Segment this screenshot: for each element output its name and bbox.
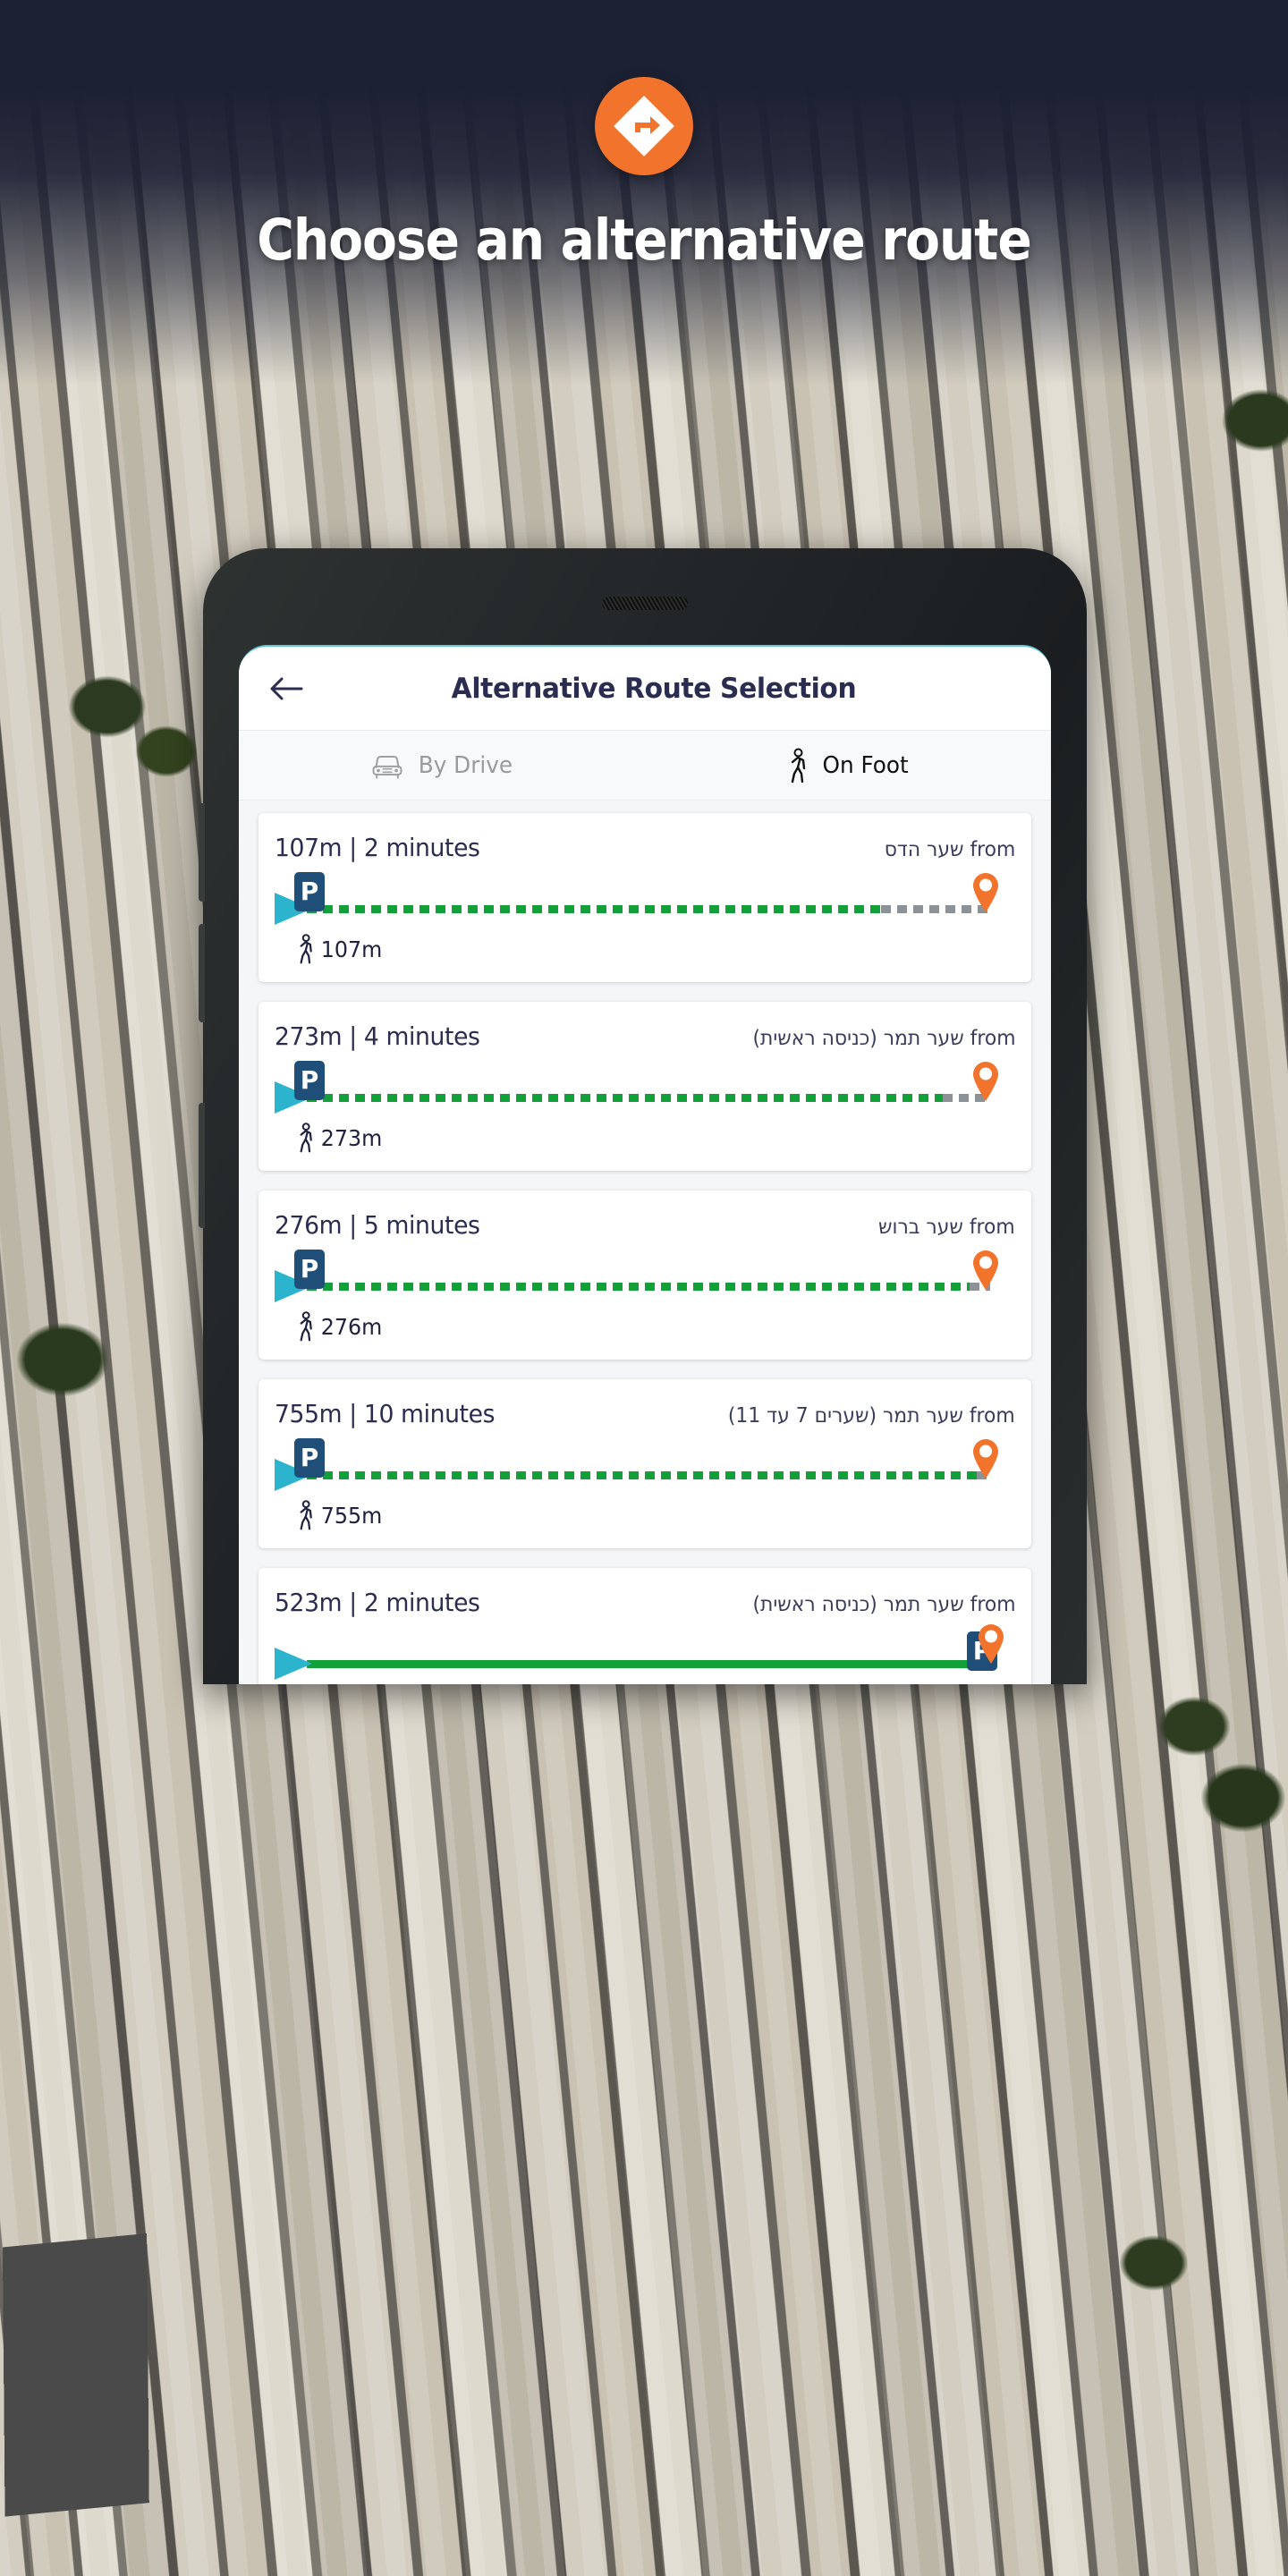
route-legend: 107m xyxy=(275,934,1015,964)
route-card-header: 276m | 5 minutes from שער ברוש xyxy=(275,1210,1015,1240)
walking-person-icon xyxy=(300,1311,312,1342)
route-distance-time: 755m | 10 minutes xyxy=(275,1399,496,1428)
route-card[interactable]: 523m | 2 minutes from שער תמר (כניסה ראשי… xyxy=(258,1568,1031,1684)
destination-pin-icon xyxy=(973,1062,998,1101)
route-legend: 276m xyxy=(275,1311,1015,1342)
route-card[interactable]: 755m | 10 minutes from שער תמר (שערים 7 ע… xyxy=(258,1379,1031,1548)
route-distance-time: 276m | 5 minutes xyxy=(275,1210,480,1240)
legend-start: 276m xyxy=(294,1311,384,1342)
route-progress-graphic: P xyxy=(275,1250,1015,1308)
phone-earpiece-speaker xyxy=(602,597,688,610)
route-progress-graphic: P xyxy=(275,1624,1015,1684)
route-origin: from שער ברוש xyxy=(878,1216,1015,1239)
route-card-header: 523m | 2 minutes from שער תמר (כניסה ראשי… xyxy=(275,1588,1015,1617)
route-start-arrow-icon xyxy=(275,1648,312,1680)
parking-badge: P xyxy=(294,872,325,911)
destination-pin xyxy=(970,871,1001,917)
route-origin: from שער תמר (כניסה ראשית) xyxy=(751,1593,1015,1616)
legend-start: 273m xyxy=(294,1123,384,1153)
route-list: 107m | 2 minutes from שער הדס P 107m 273m | … xyxy=(239,801,1051,1684)
route-origin: from שער הדס xyxy=(884,838,1015,861)
route-track xyxy=(307,1471,990,1479)
tab-by-drive[interactable]: By Drive xyxy=(239,751,645,780)
back-button[interactable] xyxy=(264,665,310,712)
destination-pin-icon xyxy=(973,1439,998,1479)
route-progress-graphic: P xyxy=(275,1438,1015,1496)
page-title: Alternative Route Selection xyxy=(451,672,857,705)
route-distance-time: 523m | 2 minutes xyxy=(275,1588,480,1617)
phone-screen: Alternative Route Selection By Drive On … xyxy=(239,645,1051,1684)
route-card-header: 755m | 10 minutes from שער תמר (שערים 7 ע… xyxy=(275,1399,1015,1428)
legend-start: 755m xyxy=(294,1500,384,1530)
route-segment-walked xyxy=(307,905,881,913)
route-origin: from שער תמר (כניסה ראשית) xyxy=(751,1027,1015,1050)
route-card[interactable]: 273m | 4 minutes from שער תמר (כניסה ראשי… xyxy=(258,1002,1031,1171)
route-legend: 755m xyxy=(275,1500,1015,1530)
destination-pin xyxy=(970,1060,1001,1106)
walking-person-icon xyxy=(300,934,312,964)
destination-pin-icon xyxy=(973,873,998,912)
map-road xyxy=(0,2219,317,2521)
route-segment-walked xyxy=(307,1660,990,1668)
route-segment-walked xyxy=(307,1283,970,1291)
route-walk-distance: 276m xyxy=(320,1313,383,1340)
destination-pin xyxy=(970,1437,1001,1483)
walking-person-icon xyxy=(792,748,806,783)
route-progress-graphic: P xyxy=(275,872,1015,930)
arrow-left-icon xyxy=(270,677,303,699)
tab-on-foot[interactable]: On Foot xyxy=(645,748,1051,784)
route-distance-time: 273m | 4 minutes xyxy=(275,1021,480,1051)
car-icon xyxy=(372,755,402,779)
route-track xyxy=(307,1283,990,1291)
destination-pin xyxy=(970,1249,1001,1294)
travel-mode-tabs: By Drive On Foot xyxy=(239,731,1051,801)
destination-pin-icon xyxy=(979,1624,1004,1664)
phone-volume-down-button xyxy=(199,924,205,1022)
route-card[interactable]: 276m | 5 minutes from שער ברוש P 276m xyxy=(258,1191,1031,1360)
route-walk-distance: 273m xyxy=(320,1124,383,1151)
route-segment-walked xyxy=(307,1094,943,1102)
route-progress-graphic: P xyxy=(275,1061,1015,1119)
route-legend: 273m xyxy=(275,1123,1015,1153)
route-walk-distance: 755m xyxy=(320,1502,383,1529)
phone-power-button xyxy=(199,1103,205,1228)
route-walk-distance: 107m xyxy=(320,936,383,962)
phone-volume-up-button xyxy=(199,803,205,902)
route-origin: from שער תמר (שערים 7 עד 11) xyxy=(728,1404,1015,1428)
route-card[interactable]: 107m | 2 minutes from שער הדס P 107m xyxy=(258,813,1031,982)
navigation-turn-right-icon xyxy=(595,77,693,175)
route-segment-walked xyxy=(307,1471,977,1479)
route-track xyxy=(307,905,990,913)
destination-pin-icon xyxy=(973,1250,998,1290)
tab-label-on-foot: On Foot xyxy=(822,751,910,779)
walking-person-icon xyxy=(300,1500,312,1530)
route-track xyxy=(307,1094,990,1102)
tab-label-by-drive: By Drive xyxy=(418,751,513,779)
promo-headline: Choose an alternative route xyxy=(257,208,1032,273)
app-bar: Alternative Route Selection xyxy=(239,647,1051,731)
parking-badge: P xyxy=(294,1438,325,1478)
destination-pin xyxy=(976,1623,1006,1668)
route-card-header: 273m | 4 minutes from שער תמר (כניסה ראשי… xyxy=(275,1021,1015,1051)
route-track xyxy=(307,1660,990,1668)
phone-mockup: Alternative Route Selection By Drive On … xyxy=(199,548,1087,1684)
parking-badge: P xyxy=(294,1250,325,1289)
route-card-header: 107m | 2 minutes from שער הדס xyxy=(275,833,1015,862)
parking-badge: P xyxy=(294,1061,325,1100)
legend-start: 107m xyxy=(294,934,384,964)
promo-header: Choose an alternative route xyxy=(0,0,1288,273)
route-distance-time: 107m | 2 minutes xyxy=(275,833,480,862)
walking-person-icon xyxy=(300,1123,312,1153)
